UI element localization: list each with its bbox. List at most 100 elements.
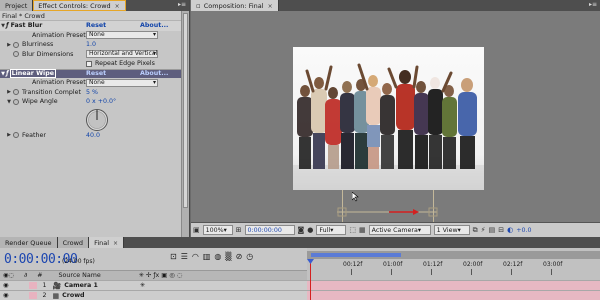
crowd-photo xyxy=(293,47,484,190)
fx-icon[interactable]: ƒ xyxy=(6,22,9,29)
expand-triangle-icon[interactable]: ▼ xyxy=(6,99,12,105)
scrollbar-thumb[interactable] xyxy=(183,13,188,208)
av-features-icon[interactable]: ◉◌ xyxy=(3,272,14,279)
blur-dimensions-row: Blur Dimensions Horizontal and Vertical xyxy=(0,50,189,60)
comp-flowchart-icon[interactable]: ⊡ xyxy=(170,252,177,261)
zoom-dropdown[interactable]: 100% ▾ xyxy=(202,225,233,235)
camera-dropdown[interactable]: Active Camera ▾ xyxy=(368,225,431,235)
stopwatch-icon[interactable] xyxy=(13,89,19,96)
repeat-edge-checkbox[interactable] xyxy=(86,60,92,67)
presets-dropdown[interactable]: None xyxy=(86,31,158,40)
graph-editor-icon[interactable]: ⊘ xyxy=(236,252,243,261)
animation-presets-row: Animation Presets: None xyxy=(0,31,189,41)
layer-track-bar[interactable] xyxy=(307,280,600,290)
stopwatch-icon[interactable] xyxy=(13,98,19,105)
always-preview-icon[interactable]: ▣ xyxy=(193,226,200,234)
close-icon[interactable]: × xyxy=(115,3,120,10)
effect-linear-wipe[interactable]: ▼ ƒ Linear Wipe Reset About... xyxy=(0,68,189,79)
expand-triangle-icon[interactable]: ▶ xyxy=(6,132,12,138)
stopwatch-icon[interactable] xyxy=(13,51,19,58)
camera-axis-gizmo[interactable] xyxy=(337,202,447,222)
wipe-angle-value[interactable]: 0 x +0.0° xyxy=(86,98,116,105)
reset-link[interactable]: Reset xyxy=(86,22,106,29)
motion-blur-icon[interactable]: ◍ xyxy=(214,252,221,261)
composition-viewer[interactable] xyxy=(191,11,600,224)
comp-timecode[interactable]: 0:00:00:00 xyxy=(244,225,295,235)
time-indicator-head-icon[interactable] xyxy=(307,259,315,265)
work-area-bar[interactable] xyxy=(307,251,600,259)
switches-icons[interactable]: ✳ ✢ ƒx ▣ ◎ ◌ xyxy=(139,272,182,279)
ruler-tick xyxy=(351,269,352,275)
timeline-icon[interactable]: ▤ xyxy=(489,226,496,234)
about-link[interactable]: About... xyxy=(140,22,168,29)
panel-menu-icon[interactable]: ▸≡ xyxy=(586,0,600,11)
panel-menu-icon[interactable]: ▸≡ xyxy=(175,0,189,11)
col-source-name[interactable]: Source Name xyxy=(59,272,101,279)
composition-frame[interactable] xyxy=(293,47,484,190)
lock-column-icon[interactable]: ∂ xyxy=(24,272,27,279)
brainstorm-icon[interactable]: ▒ xyxy=(225,252,231,261)
tab-render-queue[interactable]: Render Queue xyxy=(0,237,58,248)
expand-triangle-icon[interactable]: ▶ xyxy=(6,89,12,95)
toggle-pixel-aspect-icon[interactable]: ⧉ xyxy=(473,226,478,235)
resolution-dropdown[interactable]: Full ▾ xyxy=(316,225,347,235)
layer-label-color[interactable] xyxy=(28,282,37,289)
exposure-value[interactable]: +0.0 xyxy=(516,227,531,234)
visibility-icon[interactable]: ◉ xyxy=(3,282,9,289)
reset-link[interactable]: Reset xyxy=(86,70,106,77)
transparency-grid-icon[interactable]: ▦ xyxy=(359,226,366,234)
layer-track-bar[interactable] xyxy=(307,290,600,300)
work-area-range[interactable] xyxy=(311,253,401,257)
layer-row[interactable]: ◉ 2 ▦ Crowd xyxy=(0,290,307,300)
about-link[interactable]: About... xyxy=(140,70,168,77)
time-ruler[interactable]: 00:12f 01:00f 01:12f 02:00f 02:12f 03:00f xyxy=(307,248,600,300)
tab-final[interactable]: Final × xyxy=(89,237,125,248)
vertical-scrollbar[interactable] xyxy=(181,11,189,237)
tab-effect-controls[interactable]: Effect Controls: Crowd × xyxy=(33,0,126,11)
layer-row[interactable]: ◉ 1 🎥 Camera 1 ✳ xyxy=(0,280,307,290)
tab-crowd[interactable]: Crowd xyxy=(57,237,90,248)
ruler-tick xyxy=(551,269,552,275)
layer-label-color[interactable] xyxy=(28,292,37,299)
exposure-icon[interactable]: ◐ xyxy=(507,226,513,234)
feather-value[interactable]: 40.0 xyxy=(86,132,100,139)
region-of-interest-icon[interactable]: ⬚ xyxy=(349,226,356,234)
ruler-tick-label: 02:00f xyxy=(463,261,483,268)
show-channel-icon[interactable]: ● xyxy=(307,226,313,234)
stopwatch-icon[interactable] xyxy=(13,132,19,139)
timeline-tabbar: Render Queue Crowd Final × xyxy=(0,237,600,248)
layer-name[interactable]: Camera 1 xyxy=(64,282,98,289)
blur-dimensions-dropdown[interactable]: Horizontal and Vertical xyxy=(86,50,158,59)
layer-switch-icon[interactable]: ☰ xyxy=(181,252,188,261)
transition-completion-value[interactable]: 5 % xyxy=(86,89,98,96)
snapshot-icon[interactable]: ◙ xyxy=(298,226,305,234)
auto-keyframe-icon[interactable]: ◷ xyxy=(246,252,253,261)
flowchart-icon[interactable]: ⊟ xyxy=(498,226,504,234)
fast-previews-icon[interactable]: ⚡ xyxy=(481,226,486,234)
camera-icon: 🎥 xyxy=(52,281,62,290)
close-icon[interactable]: × xyxy=(113,240,118,247)
layer-switches[interactable]: ✳ xyxy=(140,282,145,289)
shy-icon[interactable]: ◠ xyxy=(192,252,199,261)
views-dropdown[interactable]: 1 View ▾ xyxy=(433,225,470,235)
col-number: # xyxy=(37,272,43,279)
visibility-icon[interactable]: ◉ xyxy=(3,292,9,299)
blurriness-label: Blurriness xyxy=(22,41,54,49)
expand-triangle-icon[interactable]: ▶ xyxy=(6,42,12,48)
tab-project[interactable]: Project xyxy=(0,0,34,11)
layer-name[interactable]: Crowd xyxy=(62,292,84,299)
current-time-indicator[interactable] xyxy=(310,259,311,300)
blurriness-value[interactable]: 1.0 xyxy=(86,41,96,48)
frame-blending-icon[interactable]: ▥ xyxy=(203,252,211,261)
angle-dial[interactable] xyxy=(85,108,109,132)
presets-dropdown[interactable]: None xyxy=(86,78,158,87)
tab-composition[interactable]: ▫ Composition: Final × xyxy=(191,0,279,11)
timeline-panel: Render Queue Crowd Final × 0:00:00:00 (2… xyxy=(0,237,600,300)
stopwatch-icon[interactable] xyxy=(13,41,19,48)
close-icon[interactable]: × xyxy=(268,3,273,10)
safe-zones-icon[interactable]: ⊞ xyxy=(236,226,242,234)
lock-icon[interactable]: ▫ xyxy=(196,2,201,10)
ruler-tick-label: 03:00f xyxy=(543,261,563,268)
effect-fast-blur[interactable]: ▼ ƒ Fast Blur Reset About... xyxy=(0,21,189,31)
fx-icon[interactable]: ƒ xyxy=(6,70,9,77)
